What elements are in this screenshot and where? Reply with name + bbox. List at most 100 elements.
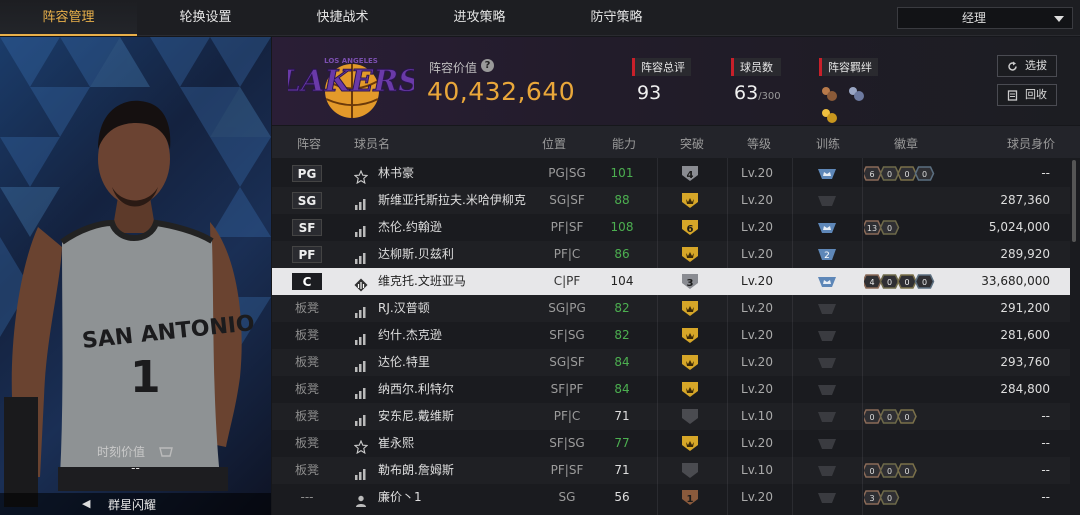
bars-icon — [354, 383, 368, 399]
player-level: Lv.20 — [741, 220, 773, 234]
table-row[interactable]: 板凳 约什.杰克逊 SF|SG 82 Lv.20 281,600 — [272, 322, 1070, 349]
tab-lineup[interactable]: 阵容管理 — [0, 0, 137, 36]
col-breakthrough[interactable]: 突破 — [680, 135, 704, 152]
table-row[interactable]: PG 林书豪 PG|SG 101 4 Lv.20 6 0 0 0 -- — [272, 160, 1070, 187]
breakthrough-shield-icon — [682, 382, 698, 397]
recycle-button-label: 回收 — [1025, 88, 1047, 101]
player-ability: 56 — [614, 490, 630, 504]
col-level[interactable]: 等级 — [747, 135, 771, 152]
player-name: 维克托.文班亚马 — [378, 274, 466, 288]
bond-icons[interactable] — [820, 84, 890, 123]
player-position: SF|SG — [549, 436, 585, 450]
lineup-value: 40,432,640 — [427, 77, 576, 106]
table-row[interactable]: 板凳 崔永熙 SF|SG 77 Lv.20 -- — [272, 430, 1070, 457]
player-position: SG|PG — [548, 301, 586, 315]
top-tab-bar: 阵容管理 轮换设置 快捷战术 进攻策略 防守策略 经理 — [0, 0, 1080, 36]
tab-quick-tactics[interactable]: 快捷战术 — [274, 0, 411, 36]
table-row[interactable]: 板凳 达伦.特里 SG|SF 84 Lv.20 293,760 — [272, 349, 1070, 376]
table-row[interactable]: 板凳 纳西尔.利特尔 SF|PF 84 Lv.20 284,800 — [272, 376, 1070, 403]
col-value[interactable]: 球员身价 — [1007, 135, 1055, 152]
breakthrough-shield-icon: 1 — [682, 490, 698, 505]
breakthrough-shield-icon — [682, 193, 698, 208]
training-crown-icon — [818, 277, 836, 287]
badge-count: 13 — [867, 224, 877, 233]
training-level-icon: 2 — [818, 249, 836, 261]
training-empty-icon — [818, 412, 836, 422]
slot-label: 板凳 — [294, 409, 319, 423]
col-position[interactable]: 位置 — [542, 135, 566, 152]
badge-count: 6 — [869, 170, 874, 179]
breakthrough-shield-icon — [682, 409, 698, 424]
badge-count: 0 — [904, 278, 909, 287]
col-badges[interactable]: 徽章 — [894, 135, 918, 152]
player-ability: 104 — [610, 274, 634, 288]
help-icon[interactable]: ? — [481, 59, 494, 72]
player-card-panel[interactable]: SAN ANTONIO 1 时刻价值 -- ◀ 群星闪耀 — [0, 37, 271, 515]
table-row[interactable]: --- 廉价丶1 SG 56 1 Lv.20 3 0 -- — [272, 484, 1070, 511]
table-header: 阵容 球员名 位置 能力 突破 等级 训练 徽章 球员身价 — [272, 126, 1080, 158]
player-name: 崔永熙 — [378, 436, 415, 450]
breakthrough-shield-icon: 3 — [682, 274, 698, 289]
moment-value: -- — [131, 461, 140, 475]
col-slot[interactable]: 阵容 — [297, 135, 321, 152]
player-name: 斯维亚托斯拉夫.米哈伊柳克 — [378, 193, 526, 207]
player-ability: 84 — [614, 382, 630, 396]
bond-b-icon[interactable] — [847, 84, 865, 102]
training-empty-icon — [818, 304, 836, 314]
player-name: 廉价丶1 — [378, 490, 422, 504]
table-row[interactable]: C 维克托.文班亚马 C|PF 104 3 Lv.20 4 0 0 0 33,680,000 — [272, 268, 1070, 295]
player-level: Lv.20 — [741, 274, 773, 288]
player-value: 287,360 — [1000, 193, 1050, 207]
prev-card-arrow-icon[interactable]: ◀ — [82, 497, 90, 510]
badge-count: 0 — [869, 413, 874, 422]
recycle-button[interactable]: 回收 — [997, 84, 1057, 106]
player-level: Lv.20 — [741, 301, 773, 315]
player-level: Lv.20 — [741, 328, 773, 342]
tab-rotation[interactable]: 轮换设置 — [137, 0, 274, 36]
table-row[interactable]: SF 杰伦.约翰逊 PF|SF 108 6 Lv.20 13 0 5,024,000 — [272, 214, 1070, 241]
select-button[interactable]: 选拔 — [997, 55, 1057, 77]
player-count-stat: 球员数 63/300 — [731, 58, 781, 104]
tab-offense[interactable]: 进攻策略 — [411, 0, 548, 36]
player-value: -- — [1041, 463, 1050, 477]
slot-label: SF — [292, 219, 322, 236]
moment-value-label: 时刻价值 — [96, 445, 145, 459]
slot-label: PF — [292, 246, 322, 263]
shield-icon — [159, 446, 173, 457]
bars-icon — [354, 194, 368, 210]
refresh-icon — [1008, 61, 1017, 71]
tab-defense[interactable]: 防守策略 — [548, 0, 685, 36]
table-row[interactable]: 板凳 勒布朗.詹姆斯 PF|SF 71 Lv.10 0 0 0 -- — [272, 457, 1070, 484]
role-dropdown[interactable]: 经理 — [897, 7, 1073, 29]
badge-count: 0 — [904, 467, 909, 476]
role-dropdown-value: 经理 — [961, 11, 986, 25]
table-row[interactable]: SG 斯维亚托斯拉夫.米哈伊柳克 SG|SF 88 Lv.20 287,360 — [272, 187, 1070, 214]
player-level: Lv.20 — [741, 490, 773, 504]
table-row[interactable]: 板凳 RJ.汉普顿 SG|PG 82 Lv.20 291,200 — [272, 295, 1070, 322]
slot-label: 板凳 — [294, 463, 319, 477]
table-row[interactable]: 板凳 安东尼.戴维斯 PF|C 71 Lv.10 0 0 0 -- — [272, 403, 1070, 430]
col-training[interactable]: 训练 — [816, 135, 840, 152]
player-value: 291,200 — [1000, 301, 1050, 315]
breakthrough-shield-icon — [682, 301, 698, 316]
logo-text: LAKERS — [288, 64, 414, 99]
slot-label: PG — [292, 165, 322, 182]
table-row[interactable]: PF 达柳斯.贝兹利 PF|C 86 Lv.20 2 289,920 — [272, 241, 1070, 268]
bond-c-icon[interactable] — [820, 106, 838, 124]
player-value: 284,800 — [1000, 382, 1050, 396]
player-position: C|PF — [553, 274, 581, 288]
bond-a-icon[interactable] — [820, 84, 838, 102]
table-scrollbar[interactable] — [1072, 160, 1076, 242]
breakthrough-shield-icon: 4 — [682, 166, 698, 181]
breakthrough-shield-icon — [682, 463, 698, 478]
person-icon — [354, 491, 368, 507]
col-ability[interactable]: 能力 — [612, 135, 636, 152]
breakthrough-level: 3 — [687, 278, 694, 289]
lakers-logo: LOS ANGELES LAKERS — [288, 57, 414, 118]
col-name[interactable]: 球员名 — [354, 135, 390, 152]
player-position: PG|SG — [548, 166, 586, 180]
player-value: 281,600 — [1000, 328, 1050, 342]
player-position: PF|C — [553, 247, 581, 261]
chevron-down-icon — [1054, 16, 1064, 22]
training-empty-icon — [818, 385, 836, 395]
